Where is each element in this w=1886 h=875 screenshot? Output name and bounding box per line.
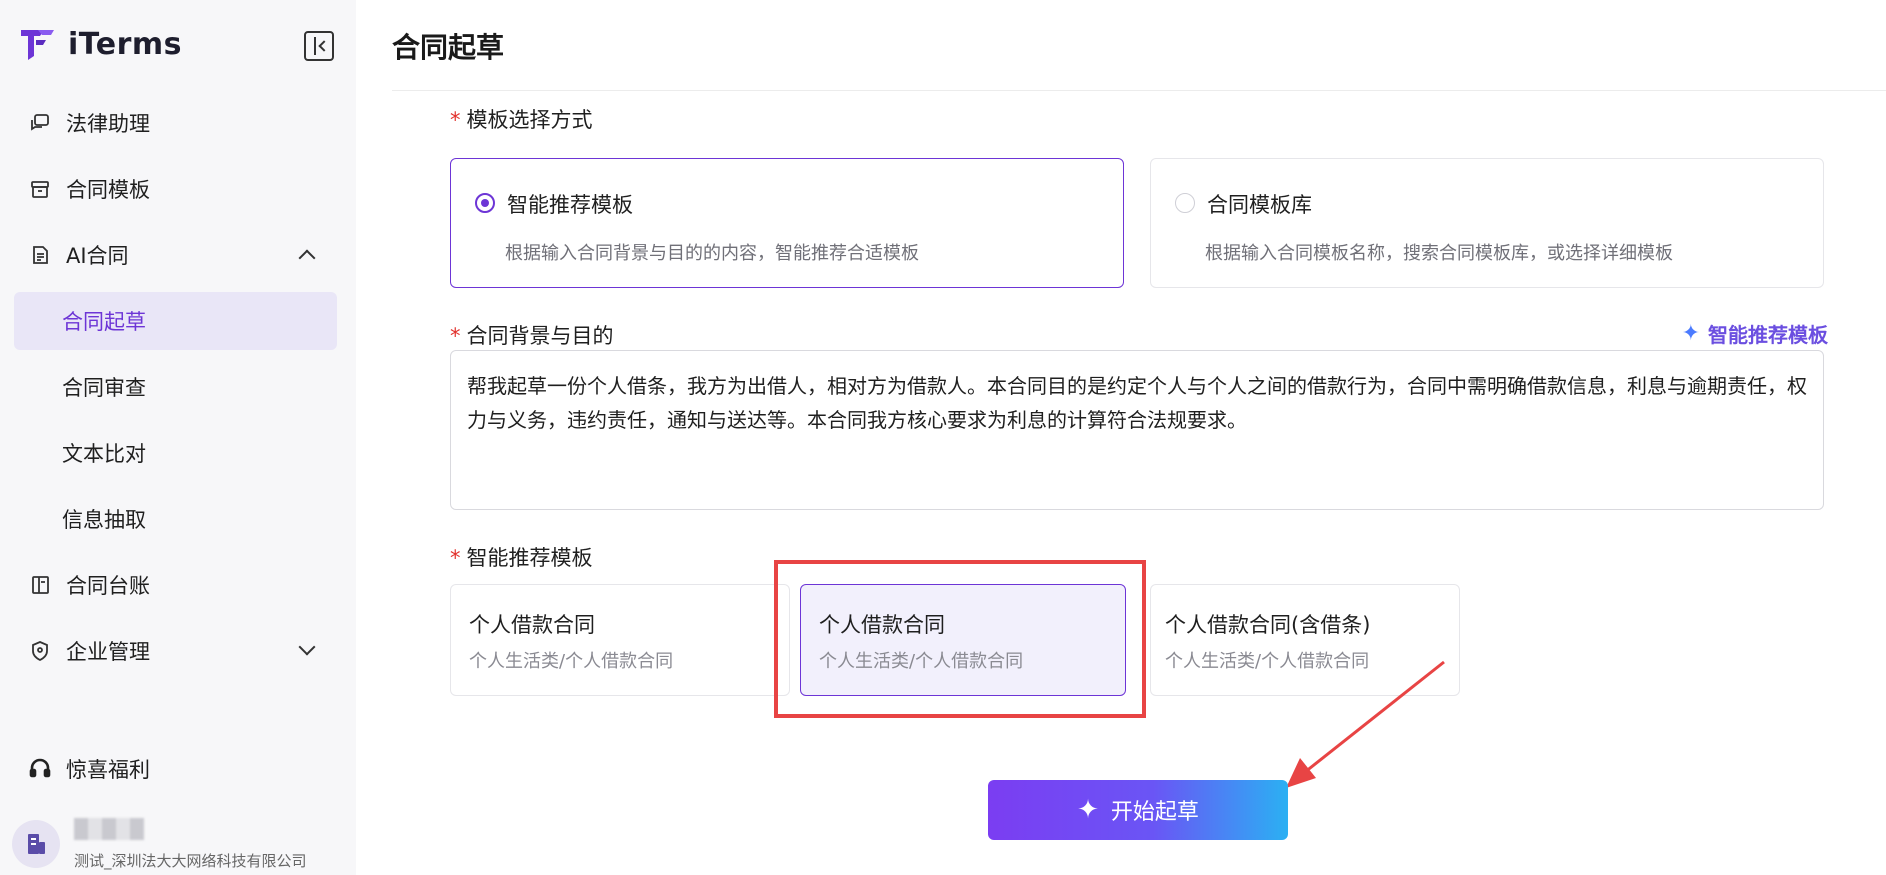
sparkle-icon: ✦: [1077, 795, 1099, 825]
option-template-library[interactable]: 合同模板库 根据输入合同模板名称，搜索合同模板库，或选择详细模板: [1150, 158, 1824, 288]
required-asterisk: *: [450, 324, 461, 348]
brand-name: iTerms: [68, 26, 183, 62]
sidebar-item-ai-contract[interactable]: AI合同: [14, 226, 337, 284]
template-category: 个人生活类/个人借款合同: [469, 651, 674, 672]
sidebar-item-label: 文本比对: [62, 442, 146, 466]
shield-icon: [28, 639, 52, 663]
recommend-label: * 智能推荐模板: [450, 546, 593, 570]
template-card[interactable]: 个人借款合同(含借条) 个人生活类/个人借款合同: [1150, 584, 1460, 696]
background-label: * 合同背景与目的: [450, 324, 614, 348]
radio-template-library[interactable]: [1175, 193, 1195, 213]
template-name: 个人借款合同(含借条): [1165, 613, 1371, 637]
user-profile[interactable]: 测试_深圳法大大网络科技有限公司: [12, 818, 307, 870]
app-root: iTerms 法律助理 合同模板 AI合同 合同起草 合同审查 文本比对 信息抽…: [0, 0, 1886, 875]
sidebar-item-label: 合同起草: [62, 310, 146, 334]
sidebar-item-label: 信息抽取: [62, 508, 146, 532]
divider: [392, 90, 1886, 91]
option-desc: 根据输入合同背景与目的的内容，智能推荐合适模板: [505, 243, 919, 264]
template-mode-label: * 模板选择方式: [450, 108, 593, 132]
option-smart-recommend[interactable]: 智能推荐模板 根据输入合同背景与目的的内容，智能推荐合适模板: [450, 158, 1124, 288]
template-card[interactable]: 个人借款合同 个人生活类/个人借款合同: [450, 584, 790, 696]
headset-icon: [28, 757, 52, 781]
book-icon: [28, 573, 52, 597]
sidebar-item-bonus[interactable]: 惊喜福利: [14, 740, 337, 798]
option-title: 智能推荐模板: [507, 193, 633, 217]
start-drafting-label: 开始起草: [1110, 800, 1199, 825]
radio-smart-recommend[interactable]: [475, 193, 495, 213]
sparkle-icon: ✦: [1681, 321, 1700, 346]
sidebar: iTerms 法律助理 合同模板 AI合同 合同起草 合同审查 文本比对 信息抽…: [0, 0, 356, 875]
sidebar-item-label: 企业管理: [66, 640, 150, 664]
required-asterisk: *: [450, 546, 461, 570]
sidebar-item-contract-review[interactable]: 合同审查: [14, 358, 337, 416]
required-asterisk: *: [450, 108, 461, 132]
sidebar-item-contract-templates[interactable]: 合同模板: [14, 160, 337, 218]
sidebar-item-label: AI合同: [66, 244, 129, 268]
template-category: 个人生活类/个人借款合同: [1165, 651, 1370, 672]
sidebar-item-legal-assistant[interactable]: 法律助理: [14, 94, 337, 152]
chevron-down-icon: [298, 638, 316, 656]
sidebar-item-label: 惊喜福利: [66, 758, 150, 782]
user-name-redacted: [74, 818, 144, 840]
box-icon: [28, 177, 52, 201]
option-title: 合同模板库: [1207, 193, 1312, 217]
option-desc: 根据输入合同模板名称，搜索合同模板库，或选择详细模板: [1205, 243, 1673, 264]
sidebar-item-info-extract[interactable]: 信息抽取: [14, 490, 337, 548]
background-textarea[interactable]: 帮我起草一份个人借条，我方为出借人，相对方为借款人。本合同目的是约定个人与个人之…: [450, 350, 1824, 510]
start-drafting-button[interactable]: ✦ 开始起草: [988, 780, 1288, 840]
sidebar-item-contract-drafting[interactable]: 合同起草: [14, 292, 337, 350]
collapse-sidebar-button[interactable]: [304, 31, 334, 61]
page-title: 合同起草: [392, 31, 505, 64]
user-org: 测试_深圳法大大网络科技有限公司: [74, 852, 307, 870]
logo-icon: [21, 30, 54, 60]
brand[interactable]: iTerms: [18, 26, 182, 62]
sidebar-item-text-compare[interactable]: 文本比对: [14, 424, 337, 482]
annotation-highlight-box: [774, 560, 1146, 718]
sidebar-item-label: 合同台账: [66, 574, 150, 598]
sidebar-item-label: 合同审查: [62, 376, 146, 400]
sidebar-item-label: 合同模板: [66, 178, 150, 202]
chat-icon: [28, 111, 52, 135]
template-name: 个人借款合同: [469, 613, 595, 637]
smart-recommend-link[interactable]: ✦ 智能推荐模板: [1682, 319, 1828, 348]
sidebar-item-enterprise-management[interactable]: 企业管理: [14, 622, 337, 680]
chevron-up-icon: [298, 249, 316, 267]
sidebar-item-contract-ledger[interactable]: 合同台账: [14, 556, 337, 614]
main-content: 合同起草 * 模板选择方式 智能推荐模板 根据输入合同背景与目的的内容，智能推荐合…: [356, 0, 1886, 875]
document-icon: [28, 243, 52, 267]
smart-recommend-link-label: 智能推荐模板: [1708, 323, 1828, 347]
avatar: [12, 820, 60, 868]
sidebar-item-label: 法律助理: [66, 112, 150, 136]
